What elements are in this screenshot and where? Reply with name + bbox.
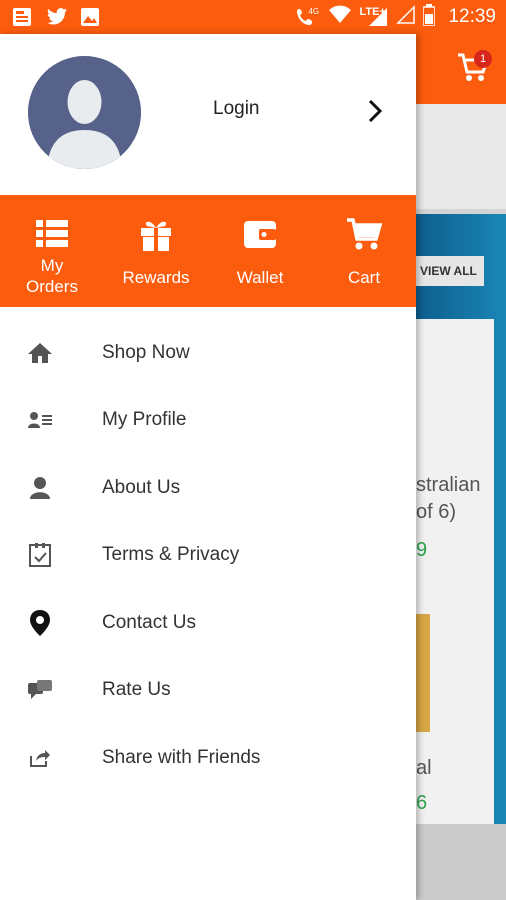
chat-bubbles-icon xyxy=(27,677,53,703)
view-all-button: VIEW ALL xyxy=(416,256,484,286)
background-product-title-1: stralian xyxy=(416,474,481,496)
profile-card-icon xyxy=(27,407,53,433)
quick-action-label: Wallet xyxy=(236,268,284,287)
quick-actions-bar: My Orders Rewards Wallet Cart xyxy=(0,195,416,307)
profile-header[interactable]: Login xyxy=(0,34,416,195)
list-icon xyxy=(33,215,71,253)
share-icon xyxy=(27,745,53,771)
lte-signal-icon: LTE+ xyxy=(359,6,389,28)
menu-item-label: Shop Now xyxy=(102,341,190,363)
twitter-icon xyxy=(46,7,68,27)
menu-item-share[interactable]: Share with Friends xyxy=(0,724,416,792)
menu-item-label: About Us xyxy=(102,476,181,498)
menu-item-rate-us[interactable]: Rate Us xyxy=(0,657,416,725)
background-product-title-2: of 6) xyxy=(416,501,457,523)
network-type-label: 4G xyxy=(308,7,320,16)
background-product-title-3: al xyxy=(416,757,432,779)
wifi-call-icon: 4G xyxy=(295,6,321,28)
navigation-drawer: Login My Orders Rewards Wallet Cart Shop… xyxy=(0,34,416,900)
background-page: 1 VIEW ALL stralian of 6) 9 al 6 xyxy=(416,34,506,900)
quick-action-label: Cart xyxy=(347,268,381,287)
menu-item-terms-privacy[interactable]: Terms & Privacy xyxy=(0,522,416,590)
person-icon xyxy=(27,475,53,501)
wifi-icon xyxy=(328,5,352,30)
background-product-image xyxy=(416,614,430,732)
wallet-icon xyxy=(241,215,279,253)
chevron-right-icon[interactable] xyxy=(366,98,384,124)
quick-action-label: My Orders xyxy=(26,256,78,296)
quick-action-label: Rewards xyxy=(122,268,190,287)
menu-item-label: Share with Friends xyxy=(102,746,261,768)
background-footer xyxy=(416,824,506,900)
default-user-icon xyxy=(28,56,141,169)
checklist-icon xyxy=(27,542,53,568)
status-bar: 4G LTE+ 12:39 xyxy=(0,0,506,34)
quick-action-wallet[interactable]: Wallet xyxy=(208,195,312,307)
signal-empty-icon xyxy=(396,4,416,30)
background-product-price-1: 9 xyxy=(416,539,428,561)
home-icon xyxy=(27,340,53,366)
background-product-card xyxy=(416,319,494,824)
menu-item-contact-us[interactable]: Contact Us xyxy=(0,589,416,657)
cart-icon xyxy=(345,215,383,253)
quick-action-cart[interactable]: Cart xyxy=(312,195,416,307)
background-product-price-2: 6 xyxy=(416,792,428,814)
menu-item-label: Rate Us xyxy=(102,679,171,701)
avatar xyxy=(28,56,141,169)
menu-item-label: Contact Us xyxy=(102,611,196,633)
battery-icon xyxy=(422,3,437,31)
background-promo xyxy=(416,104,506,209)
menu-item-label: Terms & Privacy xyxy=(102,544,240,566)
menu-item-about-us[interactable]: About Us xyxy=(0,454,416,522)
clock: 12:39 xyxy=(448,6,496,27)
gift-icon xyxy=(137,215,175,253)
cart-count-badge: 1 xyxy=(474,50,492,68)
menu-item-shop-now[interactable]: Shop Now xyxy=(0,319,416,387)
location-pin-icon xyxy=(27,609,53,636)
image-icon xyxy=(80,7,100,27)
menu-item-my-profile[interactable]: My Profile xyxy=(0,387,416,455)
login-label[interactable]: Login xyxy=(213,98,260,120)
quick-action-rewards[interactable]: Rewards xyxy=(104,195,208,307)
menu-item-label: My Profile xyxy=(102,409,187,431)
quick-action-my-orders[interactable]: My Orders xyxy=(0,195,104,307)
news-icon xyxy=(12,7,32,27)
drawer-menu: Shop Now My Profile About Us Terms & Pri… xyxy=(0,319,416,792)
